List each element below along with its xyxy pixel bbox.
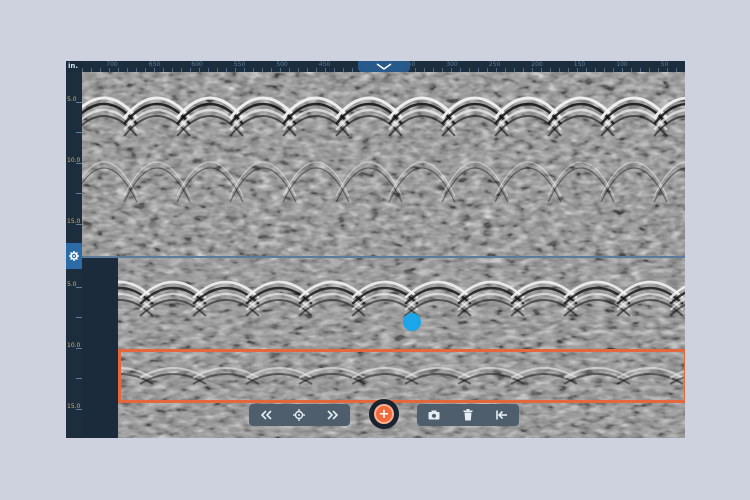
gear-icon — [69, 251, 79, 261]
action-toolbar — [417, 404, 519, 426]
rewind-button[interactable] — [254, 405, 278, 425]
ruler-tick-label: 50 — [660, 61, 669, 68]
add-marker-button[interactable]: + — [369, 399, 399, 429]
center-button[interactable] — [287, 405, 311, 425]
delete-button[interactable] — [456, 405, 480, 425]
arrow-left-bar-icon — [496, 410, 507, 420]
ruler-tick-label: 200 — [531, 61, 543, 68]
ruler-tick-label: 450 — [318, 61, 331, 68]
ruler-tick-label: 700 — [106, 61, 118, 68]
ruler-tick-label: 600 — [191, 61, 203, 68]
ruler-tick-label: 300 — [446, 61, 458, 68]
settings-button[interactable] — [66, 243, 82, 269]
selection-region[interactable] — [118, 349, 685, 403]
position-marker[interactable] — [403, 313, 421, 331]
collapse-panel-button[interactable] — [358, 61, 410, 72]
camera-icon — [428, 410, 440, 420]
double-chevron-right-icon — [327, 410, 339, 420]
double-chevron-left-icon — [260, 410, 272, 420]
crosshair-icon — [293, 409, 306, 421]
gpr-viewer: in. 700650600550500450400350300250200150… — [66, 61, 685, 438]
scan-view-bottom[interactable] — [118, 258, 685, 438]
forward-button[interactable] — [321, 405, 345, 425]
back-button[interactable] — [490, 405, 514, 425]
unit-label: in. — [68, 62, 79, 70]
ruler-tick-label: 150 — [573, 61, 586, 68]
ruler-tick-label: 550 — [233, 61, 246, 68]
ruler-tick-label: 650 — [148, 61, 161, 68]
scan-view-top[interactable] — [82, 72, 685, 256]
screenshot-button[interactable] — [422, 405, 446, 425]
ruler-tick-label: 100 — [616, 61, 628, 68]
plus-icon: + — [374, 404, 394, 424]
chevron-down-icon — [376, 63, 392, 70]
navigation-toolbar — [249, 404, 350, 426]
trash-icon — [463, 409, 473, 421]
ruler-tick-label: 500 — [276, 61, 288, 68]
scan-padding — [82, 258, 118, 438]
ruler-tick-label: 250 — [488, 61, 501, 68]
